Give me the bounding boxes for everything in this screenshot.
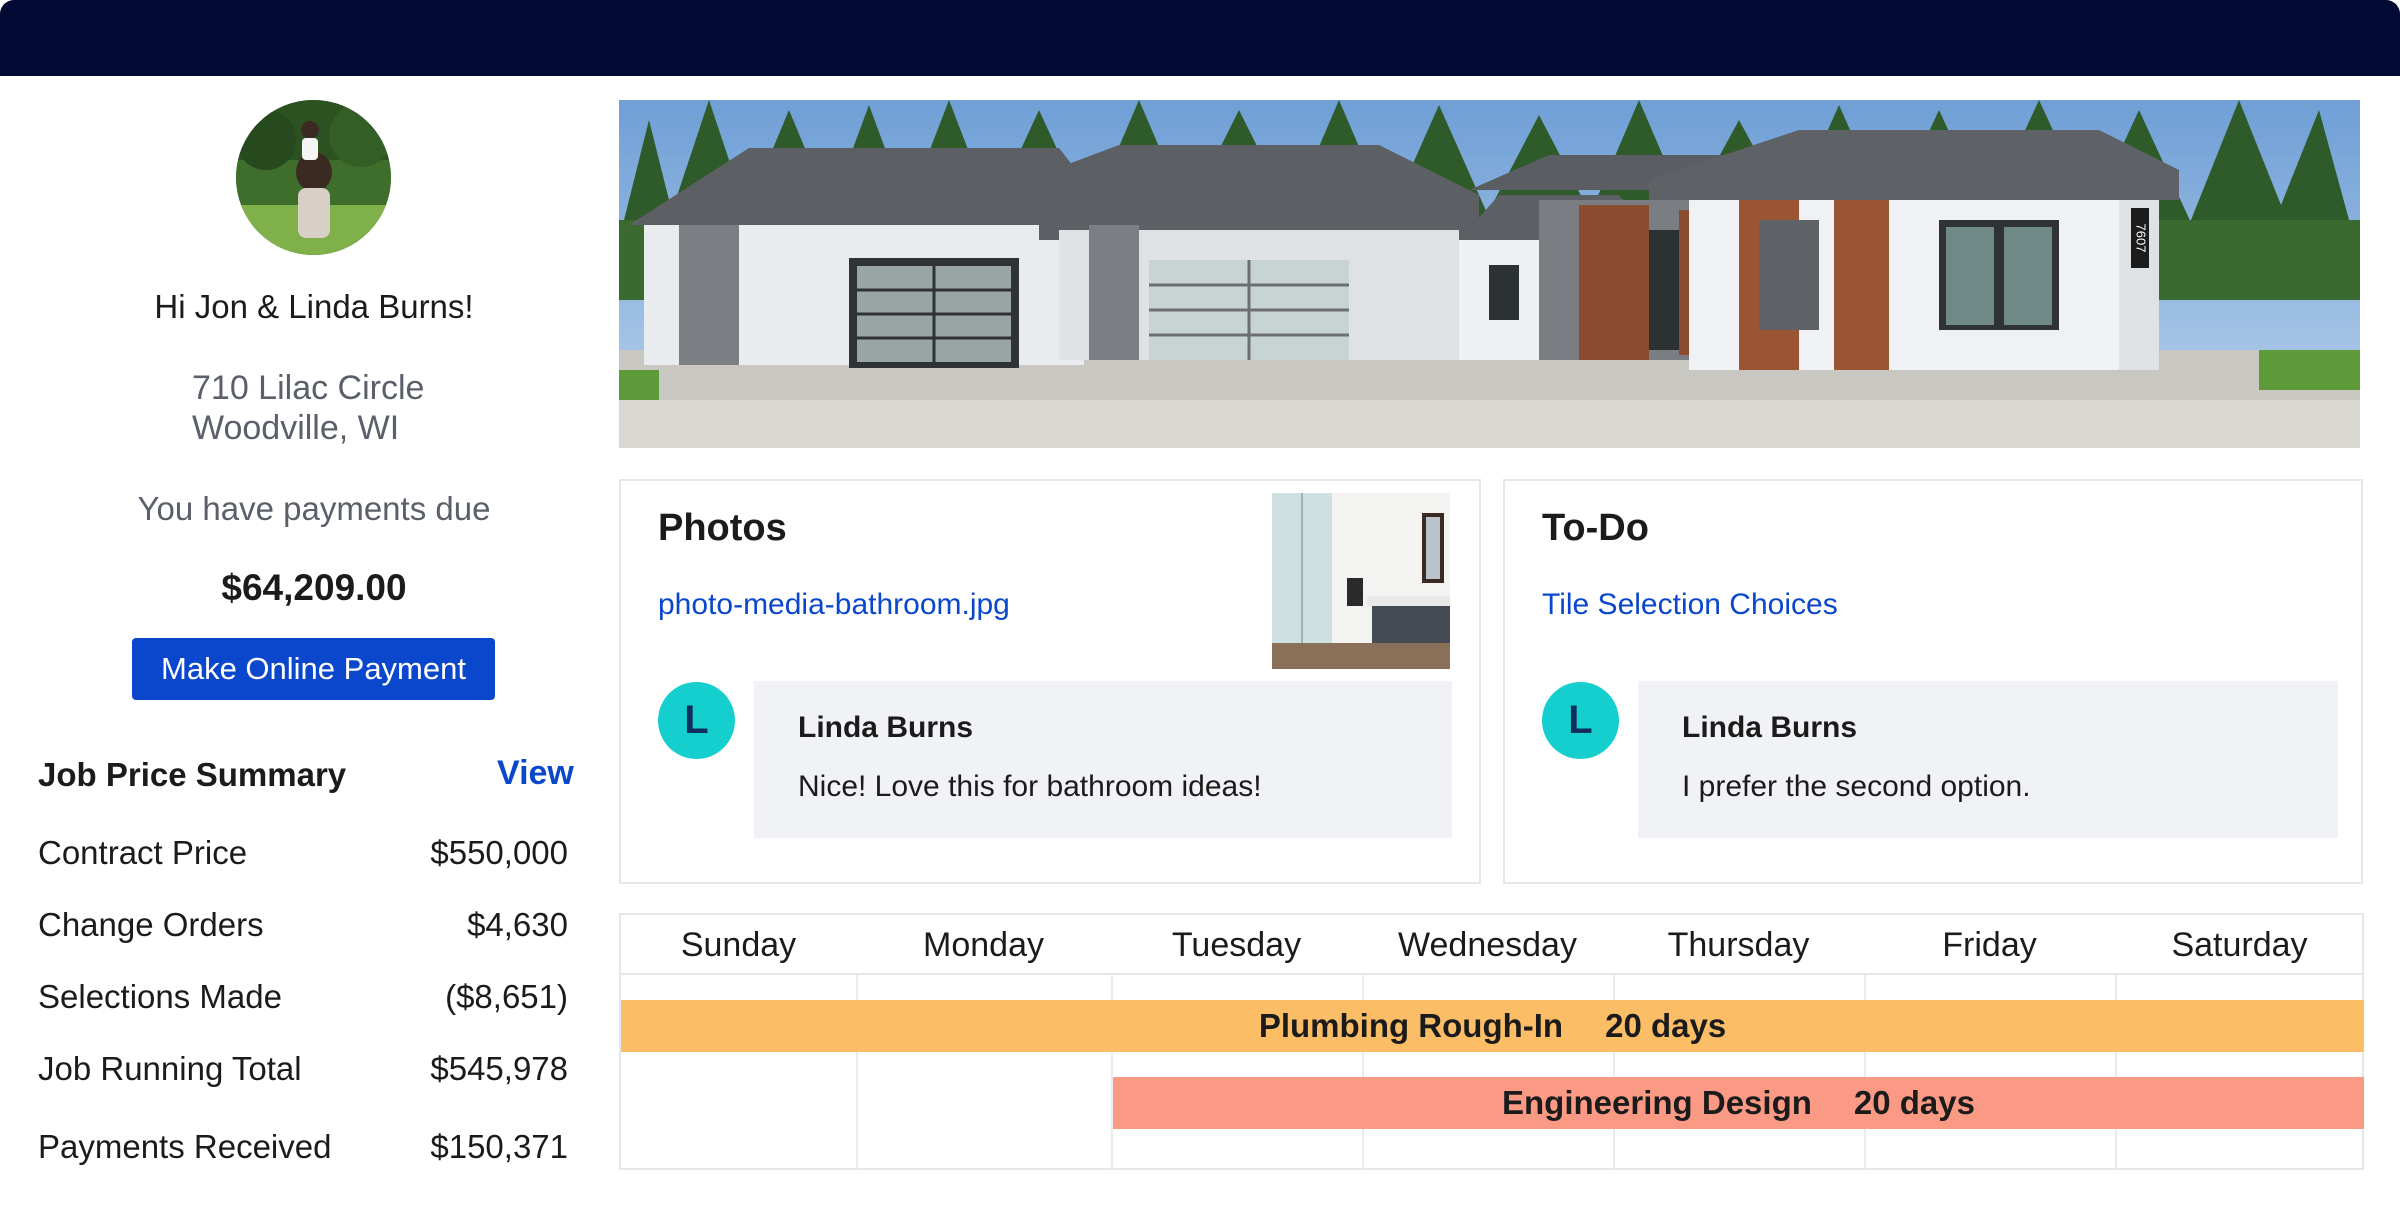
customer-avatar: [236, 100, 391, 255]
summary-row-label: Selections Made: [38, 978, 282, 1015]
event-bar-plumbing-rough-in[interactable]: Plumbing Rough-In 20 days: [621, 1000, 2364, 1052]
comment-text: I prefer the second option.: [1682, 770, 2031, 803]
bathroom-photo-thumbnail[interactable]: [1272, 493, 1450, 669]
summary-row-label: Contract Price: [38, 834, 248, 871]
top-bar: [0, 0, 2400, 76]
summary-view-link[interactable]: View: [497, 754, 574, 793]
event-bar-engineering-design[interactable]: Engineering Design 20 days: [1113, 1077, 2364, 1129]
day-header-wednesday: Wednesday: [1362, 915, 1613, 975]
summary-row-label: Payments Received: [38, 1128, 332, 1165]
photo-file-link[interactable]: photo-media-bathroom.jpg: [658, 588, 1010, 622]
day-header-friday: Friday: [1864, 915, 2115, 975]
job-photo: 7607: [619, 100, 2360, 448]
event-duration: 20 days: [1605, 1007, 1727, 1044]
event-name: Plumbing Rough-In: [1258, 1007, 1564, 1044]
address-line-2: Woodville, WI: [192, 409, 400, 447]
amount-due: $64,209.00: [221, 567, 407, 608]
todo-item-link[interactable]: Tile Selection Choices: [1542, 588, 1838, 622]
summary-row-value: ($8,651): [445, 978, 568, 1015]
summary-row-value: $150,371: [430, 1128, 568, 1165]
todo-card: To-Do Tile Selection Choices L Linda Bur…: [1503, 479, 2363, 884]
day-header-monday: Monday: [856, 915, 1111, 975]
summary-row-label: Change Orders: [38, 906, 264, 943]
summary-row-value: $545,978: [430, 1050, 568, 1087]
comment-bubble: Linda Burns Nice! Love this for bathroom…: [754, 681, 1452, 838]
summary-row-value: $4,630: [467, 906, 568, 943]
greeting-text: Hi Jon & Linda Burns!: [154, 288, 474, 325]
make-online-payment-button[interactable]: Make Online Payment: [132, 638, 495, 700]
summary-row-label: Job Running Total: [38, 1050, 302, 1087]
comment-author: Linda Burns: [798, 711, 974, 744]
event-name: Engineering Design: [1502, 1084, 1812, 1121]
sidebar: Hi Jon & Linda Burns! 710 Lilac Circle W…: [0, 76, 600, 1220]
commenter-avatar: L: [658, 682, 735, 759]
summary-row-value: $550,000: [430, 834, 568, 871]
todo-card-title: To-Do: [1542, 507, 1649, 549]
day-header-tuesday: Tuesday: [1111, 915, 1362, 975]
schedule-calendar: Sunday Monday Tuesday Wednesday Thursday…: [619, 913, 2364, 1170]
photos-card-title: Photos: [658, 507, 787, 549]
job-price-summary-title: Job Price Summary: [38, 756, 347, 793]
address-line-1: 710 Lilac Circle: [192, 369, 425, 407]
day-header-sunday: Sunday: [621, 915, 856, 975]
photos-card: Photos photo-media-bathroom.jpg L Linda …: [619, 479, 1481, 884]
day-header-thursday: Thursday: [1613, 915, 1864, 975]
payments-due-text: You have payments due: [137, 490, 491, 527]
job-address: 710 Lilac Circle Woodville, WI: [192, 368, 424, 448]
comment-bubble: Linda Burns I prefer the second option.: [1638, 681, 2338, 838]
comment-author: Linda Burns: [1682, 711, 1858, 744]
house-number-text: 7607: [2134, 224, 2149, 253]
event-duration: 20 days: [1853, 1084, 1975, 1121]
comment-text: Nice! Love this for bathroom ideas!: [798, 770, 1262, 803]
commenter-avatar: L: [1542, 682, 1619, 759]
day-header-saturday: Saturday: [2115, 915, 2364, 975]
